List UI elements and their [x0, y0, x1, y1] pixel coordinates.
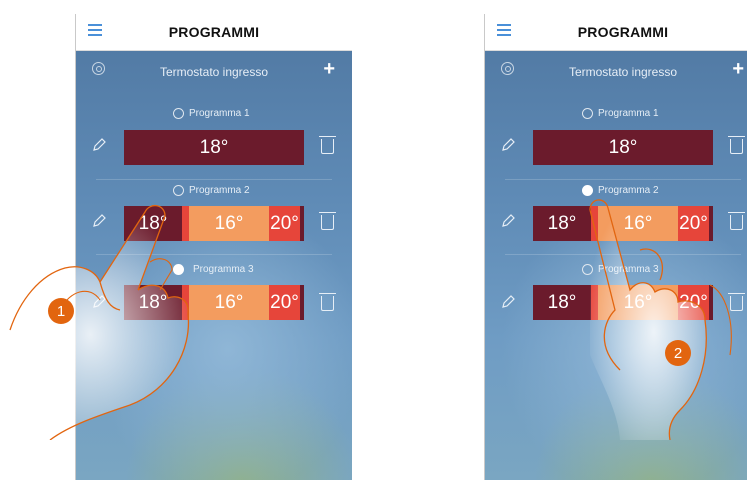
- program-name: Programma 1: [598, 108, 659, 119]
- phone-screen-1: PROGRAMMI Termostato ingresso + Programm…: [75, 14, 352, 480]
- pencil-icon[interactable]: [501, 214, 515, 228]
- temp-segment: 18°: [533, 130, 713, 165]
- radio-program-1[interactable]: [582, 108, 593, 119]
- trash-icon[interactable]: [728, 136, 745, 154]
- app-header: PROGRAMMI: [76, 14, 352, 51]
- trash-icon[interactable]: [319, 212, 336, 230]
- temp-segment-edge: [300, 285, 304, 320]
- temp-segment-edge: [591, 206, 598, 241]
- temp-segment: 18°: [533, 285, 591, 320]
- program-name: Programma 2: [189, 185, 250, 196]
- trash-icon[interactable]: [319, 136, 336, 154]
- schedule-bar: 18° 16° 20°: [533, 206, 713, 241]
- pencil-icon[interactable]: [501, 295, 515, 309]
- plus-icon[interactable]: +: [323, 58, 335, 81]
- trash-icon[interactable]: [728, 212, 745, 230]
- temp-segment: 20°: [678, 285, 709, 320]
- schedule-bar: 18° 16° 20°: [533, 285, 713, 320]
- page-title: PROGRAMMI: [577, 24, 669, 40]
- trash-icon[interactable]: [728, 293, 745, 311]
- temp-segment: 20°: [269, 206, 300, 241]
- pencil-icon[interactable]: [92, 214, 106, 228]
- temp-segment-edge: [591, 285, 598, 320]
- thermostat-name: Termostato ingresso: [568, 65, 678, 79]
- program-name: Programma 2: [598, 185, 659, 196]
- thermostat-bar: Termostato ingresso +: [485, 50, 747, 86]
- divider: [96, 179, 332, 180]
- temp-segment: 18°: [124, 130, 304, 165]
- page-title: PROGRAMMI: [168, 24, 260, 40]
- program-name: Programma 3: [598, 264, 659, 275]
- phone-screen-2: PROGRAMMI Termostato ingresso + Programm…: [484, 14, 747, 480]
- divider: [96, 254, 332, 255]
- program-name: Programma 3: [193, 264, 254, 275]
- temp-segment: 18°: [533, 206, 591, 241]
- radio-program-1[interactable]: [173, 108, 184, 119]
- app-header: PROGRAMMI: [485, 14, 747, 51]
- trash-icon[interactable]: [319, 293, 336, 311]
- temp-segment-edge: [709, 285, 713, 320]
- schedule-bar: 18° 16° 20°: [124, 206, 304, 241]
- thermostat-name: Termostato ingresso: [159, 65, 269, 79]
- radio-program-3[interactable]: [173, 264, 184, 275]
- temp-segment: 18°: [124, 206, 182, 241]
- temp-segment: 16°: [189, 206, 269, 241]
- step-badge: 1: [48, 298, 74, 324]
- temp-segment-edge: [709, 206, 713, 241]
- temp-segment: 18°: [124, 285, 182, 320]
- divider: [505, 179, 741, 180]
- temp-segment: 16°: [189, 285, 269, 320]
- radio-program-2[interactable]: [173, 185, 184, 196]
- step-badge: 2: [665, 340, 691, 366]
- plus-icon[interactable]: +: [732, 58, 744, 81]
- temp-segment: 20°: [678, 206, 709, 241]
- schedule-bar: 18° 16° 20°: [124, 285, 304, 320]
- temp-segment: 16°: [598, 206, 678, 241]
- temp-segment-edge: [182, 206, 189, 241]
- radio-program-3[interactable]: [582, 264, 593, 275]
- schedule-bar: 18°: [124, 130, 304, 165]
- temp-segment: 20°: [269, 285, 300, 320]
- schedule-bar: 18°: [533, 130, 713, 165]
- pencil-icon[interactable]: [92, 295, 106, 309]
- pencil-icon[interactable]: [92, 138, 106, 152]
- pencil-icon[interactable]: [501, 138, 515, 152]
- radio-program-2[interactable]: [582, 185, 593, 196]
- temp-segment: 16°: [598, 285, 678, 320]
- program-name: Programma 1: [189, 108, 250, 119]
- thermostat-bar: Termostato ingresso +: [76, 50, 352, 86]
- temp-segment-edge: [182, 285, 189, 320]
- divider: [505, 254, 741, 255]
- temp-segment-edge: [300, 206, 304, 241]
